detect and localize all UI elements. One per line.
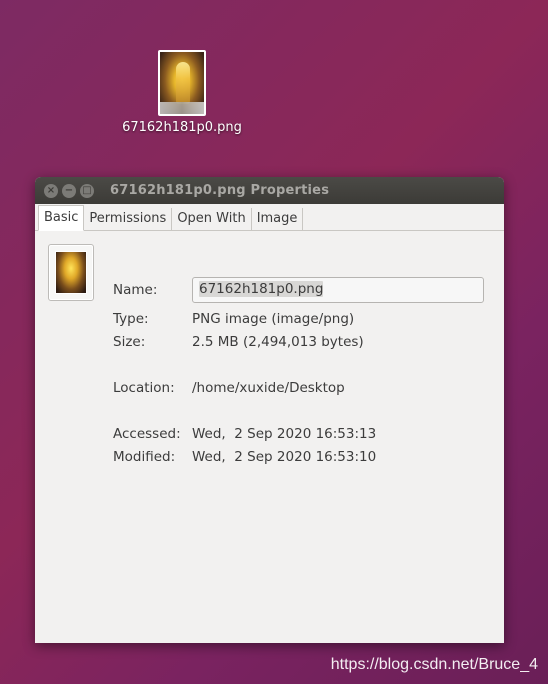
type-label: Type: [113,311,149,327]
location-value: /home/xuxide/Desktop [192,380,345,396]
desktop-file-label: 67162h181p0.png [122,120,242,135]
modified-value: Wed, 2 Sep 2020 16:53:10 [192,449,377,465]
thumbnail-figure [176,62,190,104]
tab-open-with[interactable]: Open With [172,208,252,230]
tab-bar: Basic Permissions Open With Image [35,204,504,231]
image-thumbnail-icon [158,50,206,116]
name-label: Name: [113,282,158,298]
thumbnail-base [160,102,204,114]
size-label: Size: [113,334,146,350]
watermark-text: https://blog.csdn.net/Bruce_4 [330,656,538,673]
file-icon-button[interactable] [48,244,94,301]
name-field[interactable]: 67162h181p0.png [192,277,484,303]
type-value: PNG image (image/png) [192,311,355,327]
accessed-value: Wed, 2 Sep 2020 16:53:13 [192,426,377,442]
location-label: Location: [113,380,175,396]
basic-tab-content: Name: 67162h181p0.png Type: PNG image (i… [35,231,504,643]
maximize-icon[interactable]: □ [80,183,94,198]
close-icon[interactable]: × [44,183,58,198]
tab-image[interactable]: Image [252,208,304,230]
tab-permissions[interactable]: Permissions [84,208,173,230]
window-controls: × − □ [44,183,94,198]
tab-basic[interactable]: Basic [38,205,85,231]
accessed-label: Accessed: [113,426,181,442]
modified-label: Modified: [113,449,176,465]
image-file-icon [55,251,87,294]
name-field-text: 67162h181p0.png [199,281,324,297]
window-titlebar[interactable]: × − □ 67162h181p0.png Properties [35,177,504,204]
size-value: 2.5 MB (2,494,013 bytes) [192,334,364,350]
desktop-file-icon[interactable]: 67162h181p0.png [120,50,244,135]
window-title: 67162h181p0.png Properties [110,183,330,198]
minimize-icon[interactable]: − [62,183,76,198]
properties-window: × − □ 67162h181p0.png Properties Basic P… [35,177,504,643]
